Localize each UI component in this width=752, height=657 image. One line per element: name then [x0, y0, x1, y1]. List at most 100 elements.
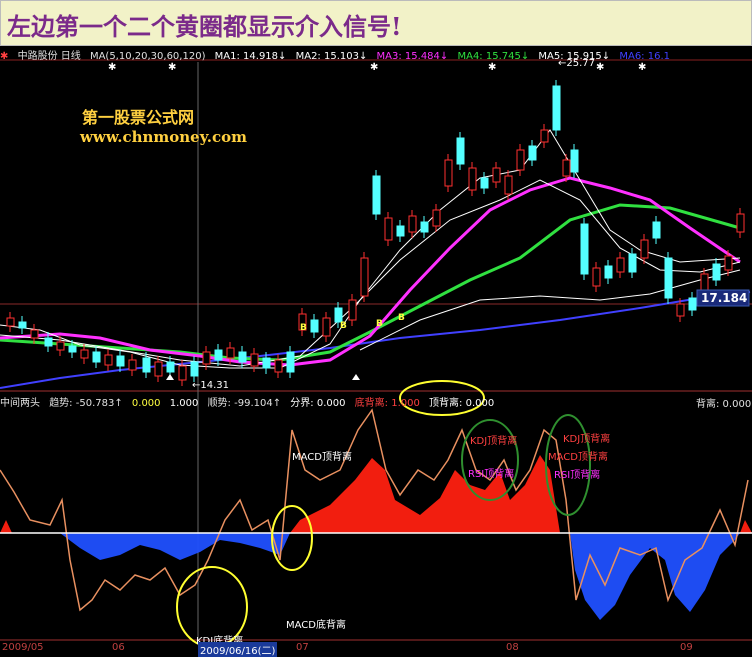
candle-body — [540, 129, 549, 143]
candle-body — [552, 85, 561, 131]
candle-body — [688, 297, 697, 311]
ma4-value: MA4: 15.745↓ — [457, 51, 530, 61]
candle-body — [570, 149, 579, 173]
candle-body — [528, 145, 537, 161]
candle-body — [104, 354, 113, 366]
candle-body — [504, 175, 513, 195]
shunshi-value: 顺势: -99.104↑ — [207, 398, 282, 408]
candle-body — [190, 361, 199, 377]
trend-value: 趋势: -50.783↑ — [49, 398, 123, 408]
marker-triangle — [166, 374, 174, 380]
candle-body — [468, 167, 477, 191]
marker-triangle — [352, 374, 360, 380]
candle-body — [128, 359, 137, 371]
candle-body — [68, 345, 77, 353]
candle-body — [652, 221, 661, 239]
candle-body — [142, 357, 151, 373]
rsi-top-divergence-2: RSI顶背离 — [554, 470, 601, 481]
candle-body — [226, 347, 235, 359]
high-price-label: ←25.77 — [558, 58, 596, 69]
ma2-value: MA2: 15.103↓ — [295, 51, 368, 61]
candle-body — [562, 159, 571, 177]
buy-signal-mark: B — [376, 319, 383, 329]
rsi-top-divergence-1: RSI顶背离 — [468, 469, 515, 480]
stock-chart-canvas[interactable]: ✱ ✱ ✱ ✱ ✱ ✱ B B B B — [0, 0, 752, 655]
candle-body — [6, 317, 15, 327]
candle-body — [116, 355, 125, 367]
candle-body — [348, 299, 357, 321]
candle-body — [640, 239, 649, 259]
marker-star: ✱ — [638, 62, 646, 73]
candle-body — [712, 263, 721, 281]
watermark-name: 第一股票公式网 — [82, 108, 195, 127]
dibeili-value: 底背离: 1.000 — [354, 398, 420, 408]
candle-body — [80, 349, 89, 359]
ma1-value: MA1: 14.918↓ — [214, 51, 287, 61]
current-price-label: 17.184 — [701, 291, 748, 305]
candle-body — [322, 317, 331, 337]
candle-body — [178, 365, 187, 381]
candle-body — [456, 137, 465, 165]
marker-star: ✱ — [108, 62, 116, 73]
candle-body — [432, 209, 441, 227]
candle-body — [30, 329, 39, 339]
oscillator-panel — [0, 408, 752, 620]
low-price-label: ←14.31 — [192, 380, 230, 391]
ma6-value: MA6: 16.1 — [619, 51, 670, 61]
xaxis-label: 08 — [506, 642, 519, 653]
candle-body — [262, 357, 271, 369]
candle-body — [700, 273, 709, 291]
ma3-value: MA3: 15.484↓ — [376, 51, 449, 61]
marker-star: ✱ — [168, 62, 176, 73]
ma-definition: MA(5,10,20,30,60,120) — [89, 51, 206, 61]
chart-window[interactable]: 左边第一个二个黄圈都显示介入信号! ✱ ✱ ✱ ✱ ✱ ✱ B B B B ✱ … — [0, 0, 752, 657]
candle-body — [274, 359, 283, 373]
candle-body — [44, 337, 53, 347]
ma-line — [0, 179, 741, 367]
kdj-top-divergence-1: KDJ顶背离 — [470, 436, 518, 447]
candle-body — [604, 265, 613, 279]
candle-body — [166, 361, 175, 373]
marker-star: ✱ — [488, 62, 496, 73]
candle-body — [420, 221, 429, 233]
candle-body — [408, 215, 417, 233]
candle-body — [92, 351, 101, 363]
macd-top-divergence-2: MACD顶背离 — [548, 452, 608, 463]
candle-body — [18, 321, 27, 329]
marker-star: ✱ — [370, 62, 378, 73]
xaxis-label: 07 — [296, 642, 309, 653]
kdj-top-divergence-2: KDJ顶背离 — [563, 434, 611, 445]
value-1: 0.000 — [131, 398, 161, 408]
xaxis-label: 06 — [112, 642, 125, 653]
candle-body — [492, 167, 501, 183]
blue-histogram-area — [60, 533, 740, 620]
candle-body — [154, 361, 163, 377]
stock-name: 中路股份 日线 — [17, 51, 81, 61]
buy-signal-mark: B — [398, 313, 405, 323]
dingbeili-value: 顶背离: 0.000 — [429, 398, 495, 408]
indicator-arrow-icon: ✱ — [0, 51, 9, 61]
candle-body — [238, 351, 247, 363]
candle-body — [202, 351, 211, 365]
red-histogram-area — [0, 455, 752, 533]
xaxis-label: 2009/05 — [2, 642, 44, 653]
xaxis-label: 09 — [680, 642, 693, 653]
marker-star: ✱ — [596, 62, 604, 73]
candle-body — [250, 353, 259, 367]
lower-header: 中间两头 趋势: -50.783↑ 0.000 1.000 顺势: -99.10… — [0, 394, 752, 408]
candle-body — [580, 223, 589, 275]
candle-body — [628, 253, 637, 273]
candle-body — [592, 267, 601, 287]
buy-signal-mark: B — [300, 323, 307, 333]
candle-body — [616, 257, 625, 273]
macd-bottom-divergence: MACD底背离 — [286, 620, 346, 631]
value-2: 1.000 — [169, 398, 199, 408]
upper-header: ✱ 中路股份 日线 MA(5,10,20,30,60,120) MA1: 14.… — [0, 47, 752, 61]
candle-body — [444, 159, 453, 187]
buy-signal-mark: B — [340, 321, 347, 331]
candle-body — [396, 225, 405, 237]
candle-body — [480, 177, 489, 189]
candle-body — [372, 175, 381, 215]
candle-body — [310, 319, 319, 333]
candle-body — [736, 213, 745, 233]
